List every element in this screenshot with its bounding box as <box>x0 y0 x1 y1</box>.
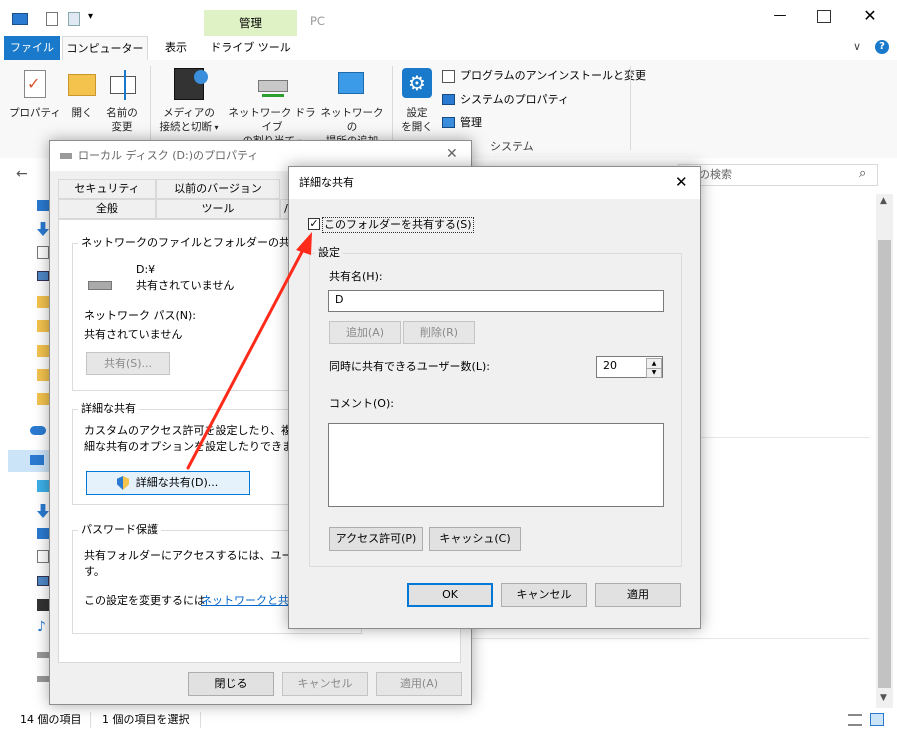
annotation-arrow <box>186 232 312 470</box>
